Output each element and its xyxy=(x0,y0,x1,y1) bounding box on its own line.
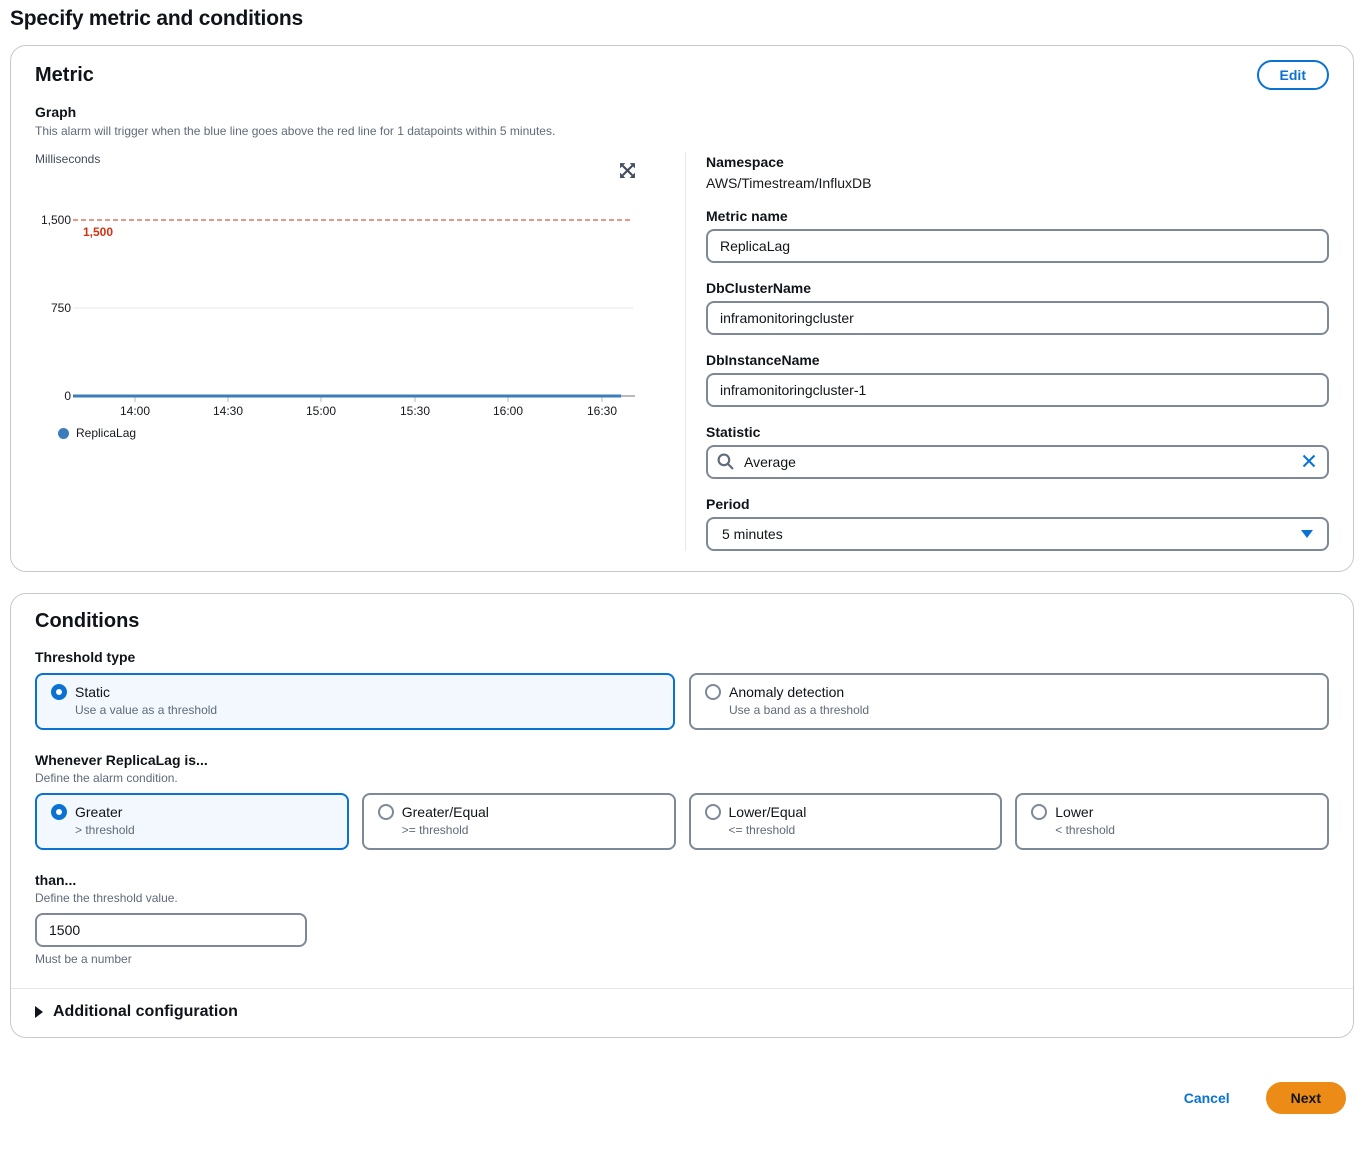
whenever-label: Whenever ReplicaLag is... xyxy=(35,752,1329,768)
radio-button-static[interactable] xyxy=(51,684,67,700)
greater-equal-option-label: Greater/Equal xyxy=(402,804,489,820)
legend-label-replicalag: ReplicaLag xyxy=(76,426,136,440)
anomaly-option-label: Anomaly detection xyxy=(729,684,844,700)
radio-button-greater[interactable] xyxy=(51,804,67,820)
radio-button-lower-equal[interactable] xyxy=(705,804,721,820)
lower-option-description: < threshold xyxy=(1055,823,1313,837)
whenever-description: Define the alarm condition. xyxy=(35,771,1329,785)
than-label: than... xyxy=(35,872,1329,888)
x-tick-1630: 16:30 xyxy=(570,404,634,418)
legend-marker-replicalag xyxy=(58,428,69,439)
metric-card-title: Metric xyxy=(35,64,94,87)
x-tick-1530: 15:30 xyxy=(383,404,447,418)
period-selected-value: 5 minutes xyxy=(722,526,783,542)
lower-equal-option-description: <= threshold xyxy=(729,823,987,837)
namespace-label: Namespace xyxy=(706,154,1329,170)
anomaly-option-description: Use a band as a threshold xyxy=(729,703,1313,717)
than-description: Define the threshold value. xyxy=(35,891,1329,905)
namespace-value: AWS/Timestream/InfluxDB xyxy=(706,175,1329,191)
caret-right-icon xyxy=(35,1006,43,1018)
x-tick-1400: 14:00 xyxy=(103,404,167,418)
db-cluster-name-input[interactable] xyxy=(706,301,1329,335)
y-tick-0: 0 xyxy=(35,389,71,403)
edit-button[interactable]: Edit xyxy=(1257,60,1329,90)
chart-legend[interactable]: ReplicaLag xyxy=(58,426,136,440)
wizard-footer: Cancel Next xyxy=(10,1082,1354,1114)
threshold-type-option-static[interactable]: Static Use a value as a threshold xyxy=(35,673,675,730)
close-icon xyxy=(1301,453,1317,469)
threshold-type-option-anomaly-detection[interactable]: Anomaly detection Use a band as a thresh… xyxy=(689,673,1329,730)
radio-button-greater-equal[interactable] xyxy=(378,804,394,820)
page-title: Specify metric and conditions xyxy=(10,7,1354,31)
operator-option-greater[interactable]: Greater > threshold xyxy=(35,793,349,850)
threshold-line-label: 1,500 xyxy=(83,225,113,239)
y-tick-1500: 1,500 xyxy=(35,213,71,227)
db-cluster-name-label: DbClusterName xyxy=(706,280,1329,296)
statistic-label: Statistic xyxy=(706,424,1329,440)
statistic-input[interactable] xyxy=(706,445,1329,479)
x-tick-1600: 16:00 xyxy=(476,404,540,418)
db-instance-name-input[interactable] xyxy=(706,373,1329,407)
operator-option-greater-equal[interactable]: Greater/Equal >= threshold xyxy=(362,793,676,850)
greater-option-label: Greater xyxy=(75,804,122,820)
operator-option-lower-equal[interactable]: Lower/Equal <= threshold xyxy=(689,793,1003,850)
period-select[interactable]: 5 minutes xyxy=(706,517,1329,551)
lower-option-label: Lower xyxy=(1055,804,1093,820)
search-icon xyxy=(717,453,734,473)
graph-label: Graph xyxy=(35,104,1329,120)
static-option-description: Use a value as a threshold xyxy=(75,703,659,717)
clear-statistic-button[interactable] xyxy=(1301,453,1317,472)
static-option-label: Static xyxy=(75,684,110,700)
threshold-value-hint: Must be a number xyxy=(35,952,1329,966)
additional-configuration-label: Additional configuration xyxy=(53,1003,238,1021)
metric-card: Metric Edit Graph This alarm will trigge… xyxy=(10,45,1354,572)
threshold-value-input[interactable] xyxy=(35,913,307,947)
greater-option-description: > threshold xyxy=(75,823,333,837)
page: Specify metric and conditions Metric Edi… xyxy=(0,7,1364,1114)
conditions-title: Conditions xyxy=(35,610,1329,633)
graph-description: This alarm will trigger when the blue li… xyxy=(35,124,1329,138)
radio-button-anomaly-detection[interactable] xyxy=(705,684,721,700)
radio-button-lower[interactable] xyxy=(1031,804,1047,820)
y-tick-750: 750 xyxy=(35,301,71,315)
period-label: Period xyxy=(706,496,1329,512)
operator-option-lower[interactable]: Lower < threshold xyxy=(1015,793,1329,850)
x-tick-1500: 15:00 xyxy=(289,404,353,418)
threshold-type-label: Threshold type xyxy=(35,649,1329,665)
cancel-button[interactable]: Cancel xyxy=(1178,1089,1236,1107)
x-tick-1430: 14:30 xyxy=(196,404,260,418)
greater-equal-option-description: >= threshold xyxy=(402,823,660,837)
db-instance-name-label: DbInstanceName xyxy=(706,352,1329,368)
metric-chart: Milliseconds xyxy=(35,152,685,458)
metric-name-input[interactable] xyxy=(706,229,1329,263)
next-button[interactable]: Next xyxy=(1266,1082,1346,1114)
additional-configuration-expander[interactable]: Additional configuration xyxy=(11,989,1353,1037)
metric-name-label: Metric name xyxy=(706,208,1329,224)
chevron-down-icon xyxy=(1301,530,1313,538)
conditions-card: Conditions Threshold type Static Use a v… xyxy=(10,593,1354,1038)
lower-equal-option-label: Lower/Equal xyxy=(729,804,807,820)
